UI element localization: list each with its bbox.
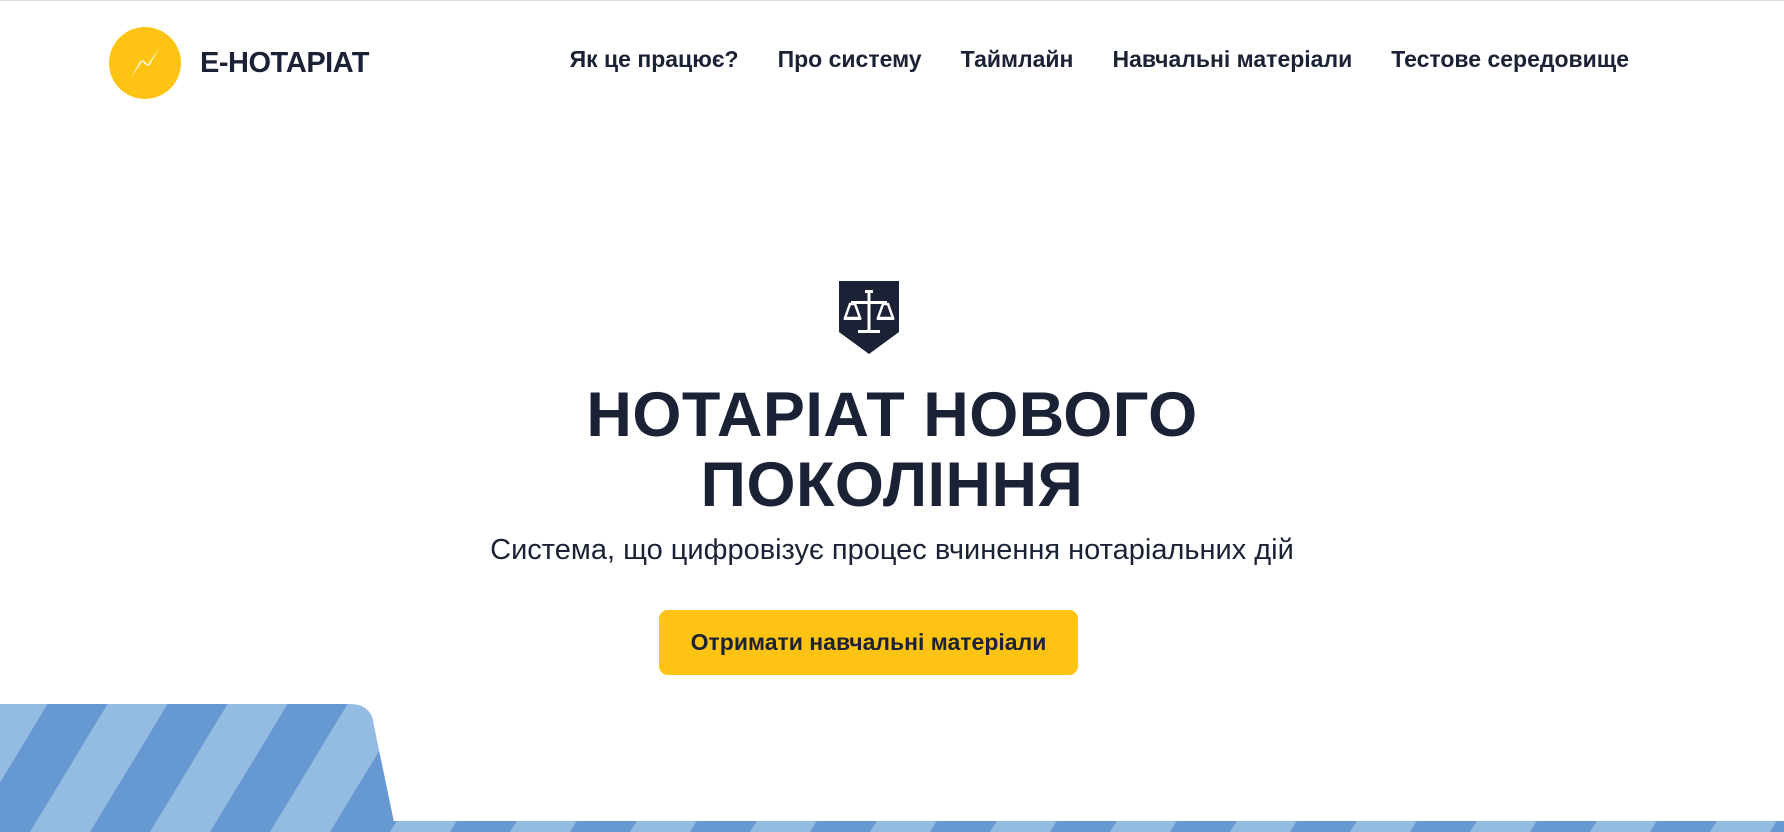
hero-title-line-1: НОТАРІАТ НОВОГО [586, 380, 1198, 450]
hero-subtitle: Система, що цифровізує процес вчинення н… [490, 534, 1294, 566]
hero-title: НОТАРІАТ НОВОГО ПОКОЛІННЯ [392, 380, 1392, 520]
hero-title-line-2: ПОКОЛІННЯ [700, 450, 1084, 520]
hero-section: НОТАРІАТ НОВОГО ПОКОЛІННЯ Система, що ци… [0, 0, 1784, 832]
get-learning-materials-button[interactable]: Отримати навчальні матеріали [659, 610, 1078, 675]
decorative-stripes [0, 704, 1784, 832]
scales-shield-icon [839, 281, 899, 354]
